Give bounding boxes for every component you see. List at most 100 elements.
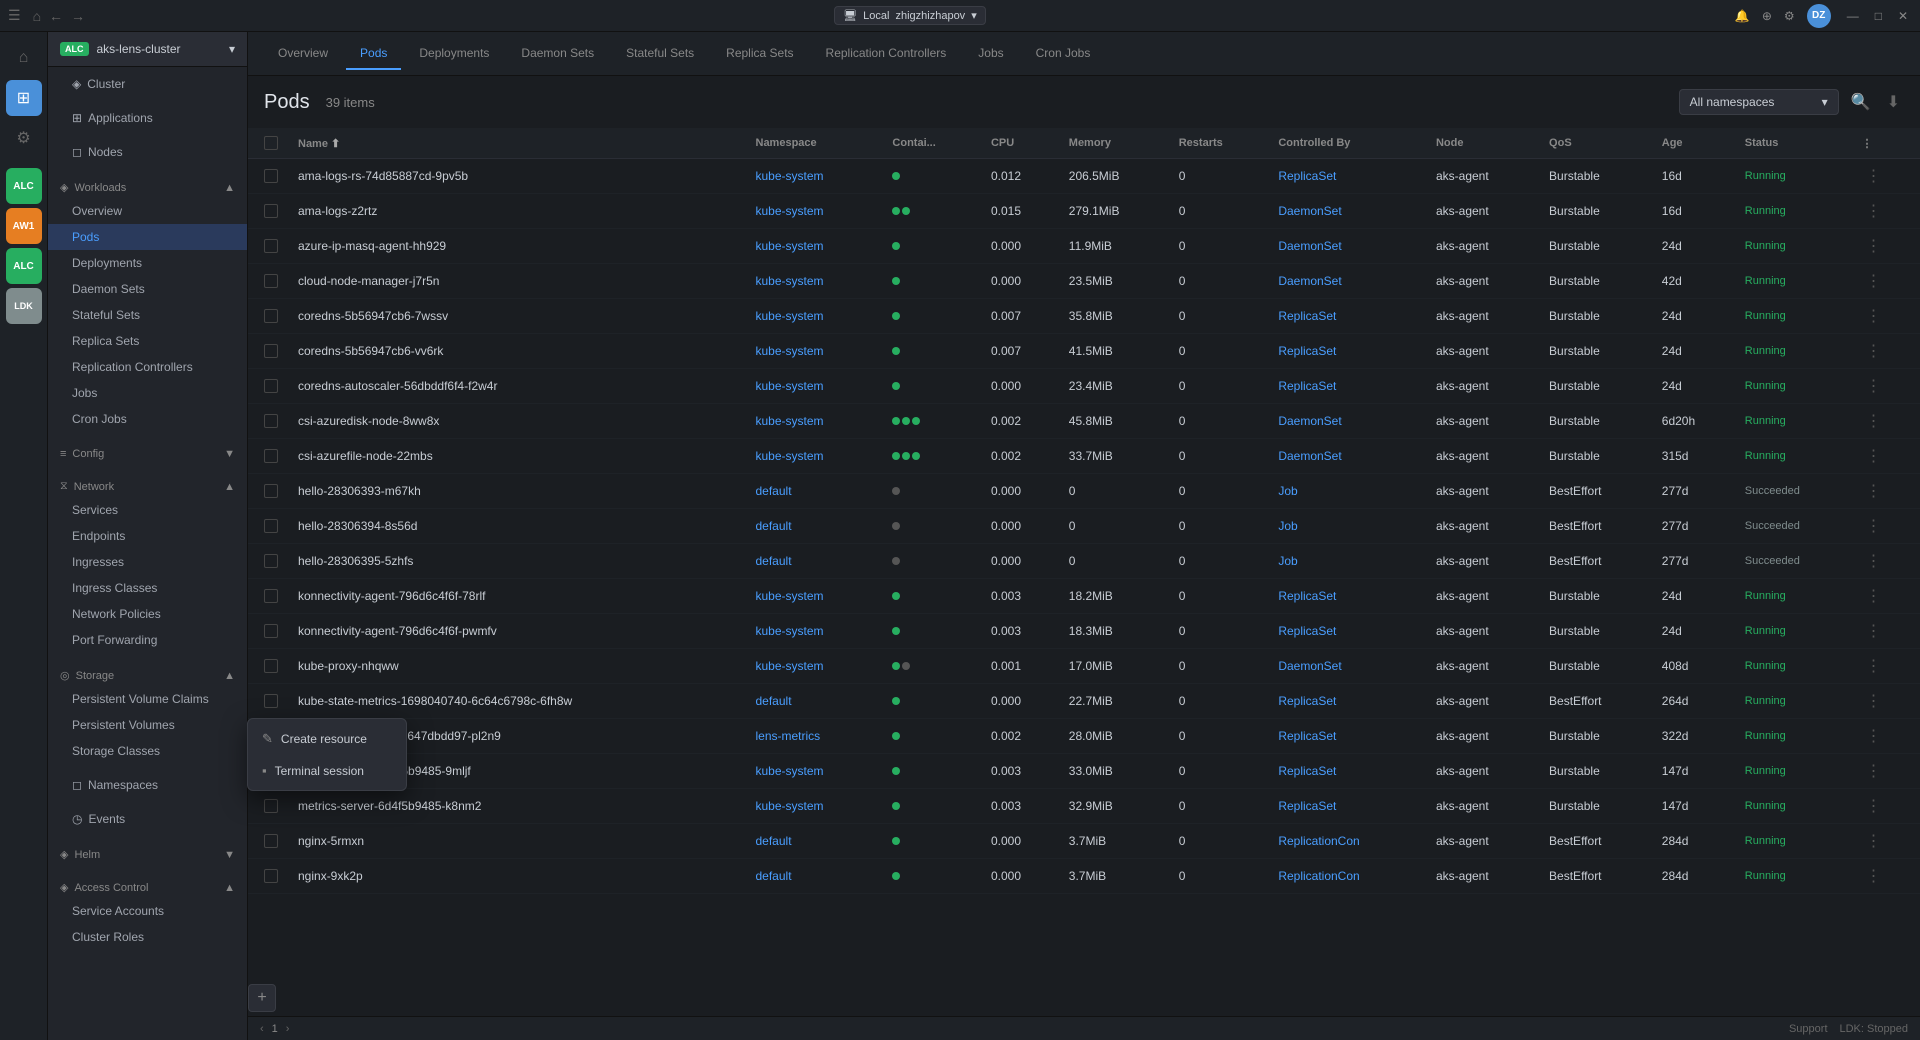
pod-controlled-by[interactable]: DaemonSet: [1278, 449, 1341, 463]
sidebar-section-config[interactable]: ≡ Config ▼: [48, 440, 247, 464]
pod-controlled-by[interactable]: ReplicaSet: [1278, 729, 1336, 743]
col-namespace[interactable]: Namespace: [746, 128, 883, 159]
pod-namespace[interactable]: kube-system: [756, 589, 824, 603]
sidebar-section-storage[interactable]: ◎ Storage ▲: [48, 661, 247, 686]
sidebar-item-events[interactable]: ◷ Events: [48, 806, 247, 832]
tab-daemon-sets[interactable]: Daemon Sets: [507, 38, 608, 70]
col-restarts[interactable]: Restarts: [1169, 128, 1269, 159]
sidebar-ldk-cluster[interactable]: LDK: [6, 288, 42, 324]
pod-namespace[interactable]: kube-system: [756, 379, 824, 393]
row-more-button[interactable]: ⋮: [1861, 238, 1885, 255]
row-checkbox[interactable]: [264, 449, 278, 463]
pod-controlled-by[interactable]: ReplicaSet: [1278, 379, 1336, 393]
sidebar-item-overview[interactable]: Overview: [48, 198, 247, 224]
notification-icon[interactable]: 🔔: [1735, 9, 1750, 23]
avatar[interactable]: DZ: [1807, 4, 1831, 28]
row-checkbox[interactable]: [264, 379, 278, 393]
col-controlled-by[interactable]: Controlled By: [1268, 128, 1426, 159]
tab-jobs[interactable]: Jobs: [964, 38, 1017, 70]
col-containers[interactable]: Contai...: [882, 128, 981, 159]
row-checkbox[interactable]: [264, 869, 278, 883]
add-button[interactable]: +: [248, 984, 276, 1012]
pod-name[interactable]: ama-logs-rs-74d85887cd-9pv5b: [288, 159, 746, 194]
pod-controlled-by[interactable]: DaemonSet: [1278, 204, 1341, 218]
row-checkbox[interactable]: [264, 519, 278, 533]
select-all-checkbox[interactable]: [264, 136, 278, 150]
sidebar-item-storage-classes[interactable]: Storage Classes: [48, 738, 247, 764]
sidebar-item-service-accounts[interactable]: Service Accounts: [48, 898, 247, 924]
pod-name[interactable]: csi-azuredisk-node-8ww8x: [288, 404, 746, 439]
row-more-button[interactable]: ⋮: [1861, 168, 1885, 185]
pod-controlled-by[interactable]: DaemonSet: [1278, 274, 1341, 288]
maximize-button[interactable]: □: [1871, 9, 1886, 23]
row-more-button[interactable]: ⋮: [1861, 308, 1885, 325]
pod-controlled-by[interactable]: ReplicaSet: [1278, 169, 1336, 183]
col-age[interactable]: Age: [1652, 128, 1735, 159]
sidebar-item-replication-controllers[interactable]: Replication Controllers: [48, 354, 247, 380]
pod-namespace[interactable]: default: [756, 484, 792, 498]
row-checkbox[interactable]: [264, 169, 278, 183]
sidebar-section-helm[interactable]: ◈ Helm ▼: [48, 840, 247, 865]
sidebar-item-namespaces[interactable]: ◻ Namespaces: [48, 772, 247, 798]
pod-name[interactable]: kube-proxy-nhqww: [288, 649, 746, 684]
add-cluster-icon[interactable]: ⊕: [1762, 9, 1772, 23]
sidebar-item-stateful-sets[interactable]: Stateful Sets: [48, 302, 247, 328]
pod-name[interactable]: konnectivity-agent-796d6c4f6f-78rlf: [288, 579, 746, 614]
sidebar-section-workloads[interactable]: ◈ Workloads ▲: [48, 173, 247, 198]
pod-controlled-by[interactable]: ReplicaSet: [1278, 309, 1336, 323]
row-checkbox[interactable]: [264, 274, 278, 288]
sidebar-item-network-policies[interactable]: Network Policies: [48, 601, 247, 627]
pod-name[interactable]: coredns-autoscaler-56dbddf6f4-f2w4r: [288, 369, 746, 404]
row-more-button[interactable]: ⋮: [1861, 448, 1885, 465]
pod-name[interactable]: csi-azurefile-node-22mbs: [288, 439, 746, 474]
sidebar-alc-cluster[interactable]: ALC: [6, 168, 42, 204]
sidebar-item-daemon-sets[interactable]: Daemon Sets: [48, 276, 247, 302]
col-name[interactable]: Name ⬆: [288, 128, 746, 159]
pod-controlled-by[interactable]: ReplicaSet: [1278, 344, 1336, 358]
pod-name[interactable]: ama-logs-z2rtz: [288, 194, 746, 229]
close-button[interactable]: ✕: [1894, 9, 1912, 23]
sidebar-item-port-forwarding[interactable]: Port Forwarding: [48, 627, 247, 653]
row-more-button[interactable]: ⋮: [1861, 553, 1885, 570]
pod-namespace[interactable]: default: [756, 834, 792, 848]
sidebar-item-services[interactable]: Services: [48, 497, 247, 523]
row-more-button[interactable]: ⋮: [1861, 868, 1885, 885]
pod-namespace[interactable]: kube-system: [756, 204, 824, 218]
settings-icon[interactable]: ⚙: [1784, 9, 1795, 23]
row-checkbox[interactable]: [264, 554, 278, 568]
sidebar-item-jobs[interactable]: Jobs: [48, 380, 247, 406]
row-more-button[interactable]: ⋮: [1861, 728, 1885, 745]
tab-pods[interactable]: Pods: [346, 38, 401, 70]
sidebar-item-deployments[interactable]: Deployments: [48, 250, 247, 276]
pod-namespace[interactable]: kube-system: [756, 624, 824, 638]
row-more-button[interactable]: ⋮: [1861, 693, 1885, 710]
pod-namespace[interactable]: kube-system: [756, 274, 824, 288]
download-icon[interactable]: ⬇: [1883, 88, 1904, 116]
sidebar-item-pods[interactable]: Pods: [48, 224, 247, 250]
row-checkbox[interactable]: [264, 834, 278, 848]
pod-namespace[interactable]: kube-system: [756, 449, 824, 463]
col-memory[interactable]: Memory: [1059, 128, 1169, 159]
col-cpu[interactable]: CPU: [981, 128, 1059, 159]
row-checkbox[interactable]: [264, 589, 278, 603]
row-more-button[interactable]: ⋮: [1861, 658, 1885, 675]
row-more-button[interactable]: ⋮: [1861, 343, 1885, 360]
sidebar-item-pvc[interactable]: Persistent Volume Claims: [48, 686, 247, 712]
support-link[interactable]: Support: [1789, 1023, 1828, 1035]
tab-overview[interactable]: Overview: [264, 38, 342, 70]
nav-back-icon[interactable]: ←: [49, 8, 63, 24]
pod-name[interactable]: nginx-5rmxn: [288, 824, 746, 859]
sidebar-item-nodes[interactable]: ◻ Nodes: [48, 139, 247, 165]
pod-name[interactable]: hello-28306394-8s56d: [288, 509, 746, 544]
nav-forward-icon[interactable]: →: [71, 8, 85, 24]
pod-controlled-by[interactable]: ReplicationCon: [1278, 834, 1359, 848]
sidebar-section-network[interactable]: ⧖ Network ▲: [48, 472, 247, 497]
pod-name[interactable]: nginx-9xk2p: [288, 859, 746, 894]
sidebar-aw1-cluster[interactable]: AW1: [6, 208, 42, 244]
pod-controlled-by[interactable]: ReplicaSet: [1278, 624, 1336, 638]
hamburger-icon[interactable]: ☰: [8, 7, 21, 24]
prev-page-button[interactable]: ‹: [260, 1023, 264, 1035]
col-qos[interactable]: QoS: [1539, 128, 1652, 159]
pod-name[interactable]: azure-ip-masq-agent-hh929: [288, 229, 746, 264]
sidebar-home-icon[interactable]: ⌂: [6, 40, 42, 76]
